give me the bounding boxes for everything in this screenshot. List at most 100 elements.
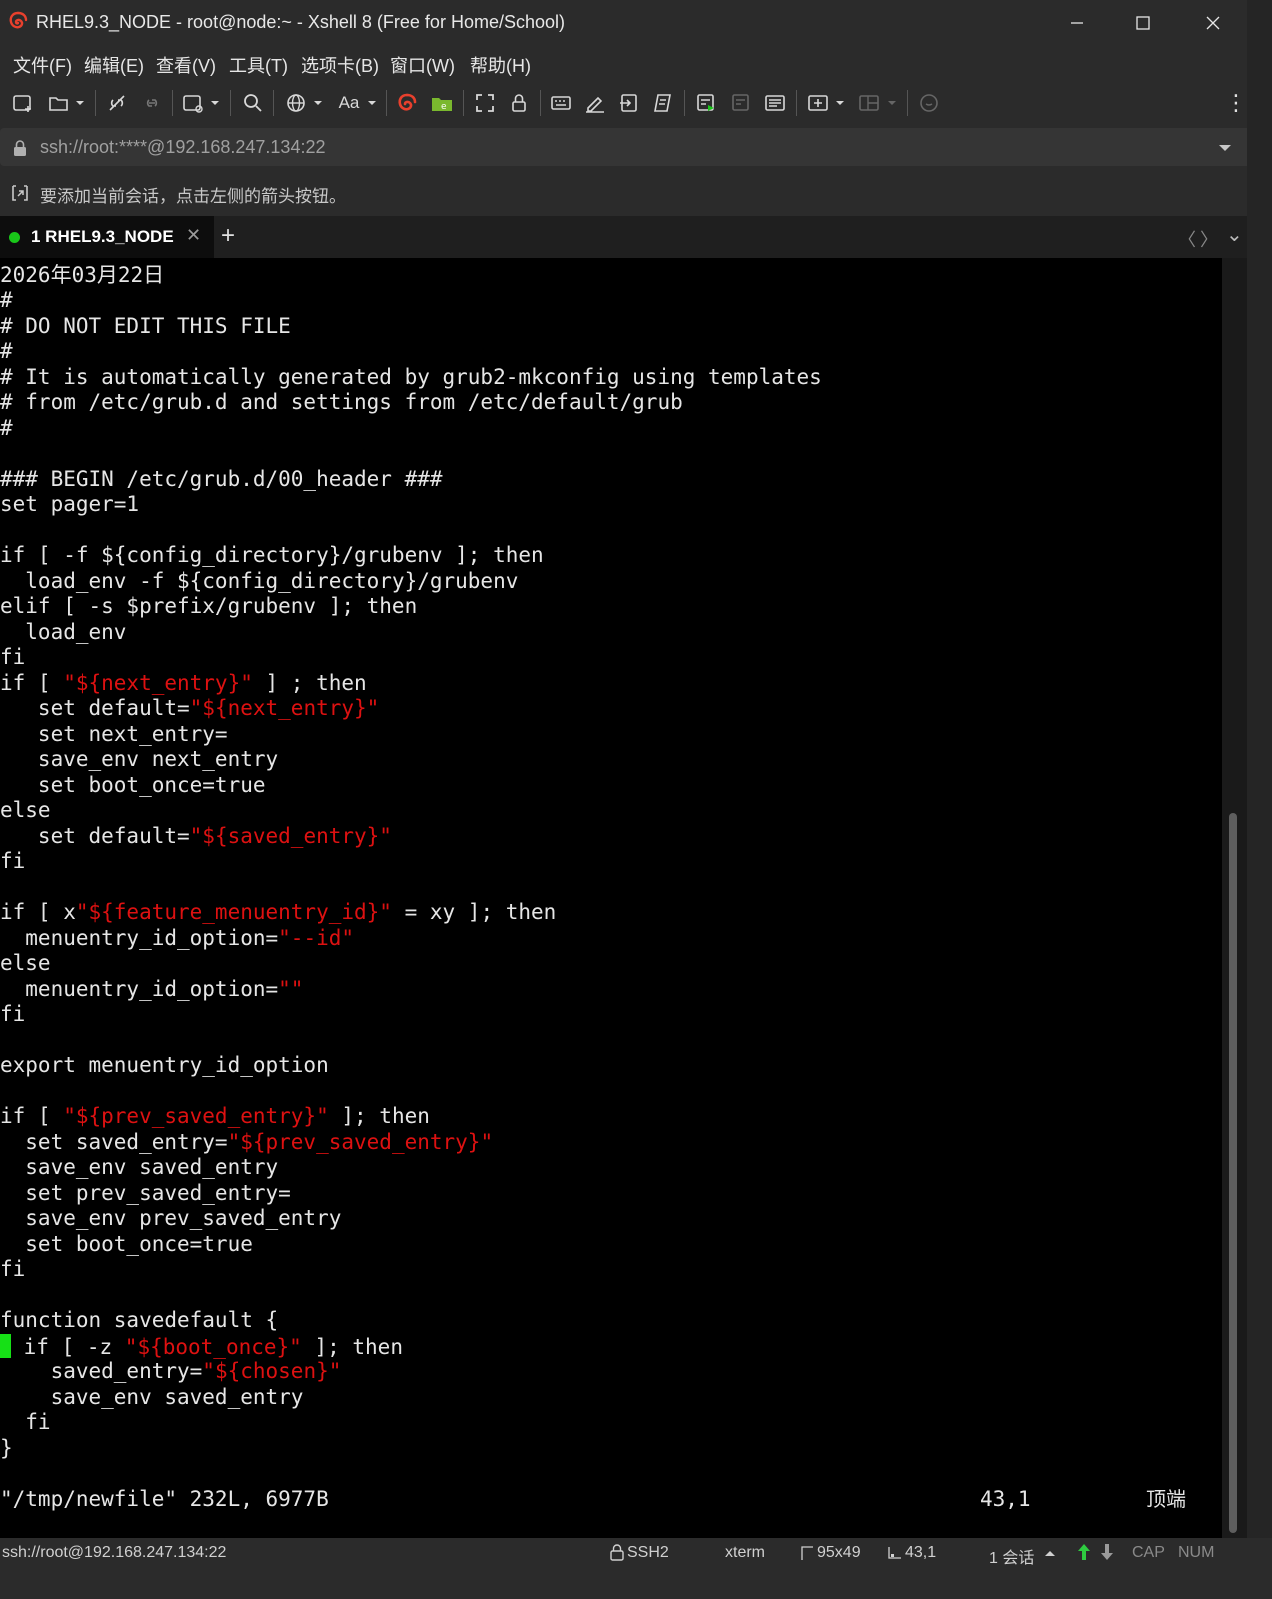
terminal-line: elif [ -s $prefix/grubenv ]; then — [0, 594, 418, 618]
status-connection: ssh://root@192.168.247.134:22 — [2, 1544, 227, 1561]
minimize-button[interactable] — [1044, 0, 1110, 46]
terminal-line: if [ x"${feature_menuentry_id}" = xy ]; … — [0, 900, 557, 924]
terminal-line: else — [0, 951, 51, 975]
toolbar-divider — [907, 90, 908, 116]
compose-disabled-icon — [732, 94, 749, 111]
new-tab-group-button[interactable] — [805, 90, 831, 116]
cursor-position-icon — [888, 1547, 901, 1559]
new-session-button[interactable] — [10, 90, 36, 116]
caret-up-icon[interactable] — [1044, 1549, 1056, 1557]
address-value: ssh://root:****@192.168.247.134:22 — [40, 137, 326, 157]
open-session-button[interactable] — [46, 90, 72, 116]
compose-all-button[interactable] — [728, 90, 754, 116]
terminal-line: ### BEGIN /etc/grub.d/00_header ### — [0, 467, 443, 491]
terminal-line: # — [0, 416, 13, 440]
tab-prev-icon[interactable]: 〈 — [1178, 226, 1196, 252]
terminal-line: load_env — [0, 620, 127, 644]
terminal-line: # — [0, 288, 13, 312]
tab-label: 1 RHEL9.3_NODE — [31, 227, 174, 246]
download-arrow-icon — [1101, 1544, 1113, 1560]
new-window-button[interactable] — [180, 90, 206, 116]
terminal-line: # It is automatically generated by grub2… — [0, 365, 822, 389]
font-label: Aa — [338, 93, 360, 112]
terminal-scrollbar[interactable] — [1222, 258, 1247, 1538]
script-button[interactable] — [650, 90, 676, 116]
terminal-line: fi — [0, 1002, 26, 1026]
highlight-button[interactable] — [582, 90, 608, 116]
maximize-button[interactable] — [1110, 0, 1176, 46]
chat-button[interactable] — [916, 90, 942, 116]
keyboard-button[interactable] — [548, 90, 574, 116]
close-window-button[interactable] — [1180, 0, 1246, 46]
terminal-line: save_env next_entry — [0, 747, 279, 771]
chevron-down-icon — [76, 101, 84, 105]
address-field[interactable]: ssh://root:****@192.168.247.134:22 — [0, 128, 1256, 166]
window-bottom-edge — [0, 1568, 1272, 1599]
tab-next-icon[interactable]: 〉 — [1200, 226, 1218, 252]
notes-button[interactable] — [762, 90, 788, 116]
disconnect-button[interactable] — [104, 90, 130, 116]
close-tab-icon[interactable]: ✕ — [186, 225, 201, 246]
terminal-line: saved_entry="${chosen}" — [0, 1359, 342, 1383]
font-dropdown[interactable] — [364, 90, 380, 116]
font-button[interactable]: Aa — [334, 90, 364, 116]
vim-status-scroll: 顶端 — [1146, 1487, 1186, 1511]
search-icon — [244, 94, 262, 112]
toolbar-more-button[interactable]: ⋮ — [1225, 90, 1247, 116]
terminal-line: if [ -z "${boot_once}" ]; then — [0, 1334, 403, 1359]
menu-edit[interactable]: 编辑(E) — [84, 52, 144, 78]
add-tab-button[interactable]: + — [221, 222, 235, 250]
tab-list-icon[interactable]: ⌄ — [1226, 222, 1243, 247]
menu-tab[interactable]: 选项卡(B) — [301, 52, 379, 78]
encoding-button[interactable] — [283, 90, 309, 116]
add-session-arrow-icon[interactable] — [10, 183, 30, 203]
terminal-line: set default="${saved_entry}" — [0, 824, 392, 848]
toolbar-divider — [273, 90, 274, 116]
link-icon — [146, 99, 158, 107]
terminal-line: set boot_once=true — [0, 773, 266, 797]
status-cursor-position: 43,1 — [905, 1544, 937, 1561]
terminal-line: menuentry_id_option="" — [0, 977, 304, 1001]
menu-view[interactable]: 查看(V) — [156, 52, 216, 78]
keyboard-icon — [551, 96, 571, 110]
vim-status-position: 43,1 — [980, 1487, 1031, 1511]
minimize-icon — [1071, 22, 1083, 24]
terminal-line: else — [0, 798, 51, 822]
find-button[interactable] — [240, 90, 266, 116]
menu-help[interactable]: 帮助(H) — [470, 52, 531, 78]
scrollbar-thumb[interactable] — [1229, 813, 1237, 1533]
menu-tools[interactable]: 工具(T) — [229, 52, 288, 78]
terminal-line: save_env saved_entry — [0, 1155, 279, 1179]
terminal-line: export menuentry_id_option — [0, 1053, 329, 1077]
tab-session[interactable]: 1 RHEL9.3_NODE ✕ — [0, 216, 214, 258]
open-session-dropdown[interactable] — [72, 90, 88, 116]
xftp-button[interactable]: e — [429, 90, 455, 116]
connected-status-dot — [9, 232, 20, 243]
menu-window[interactable]: 窗口(W) — [390, 52, 455, 78]
layout-dropdown[interactable] — [884, 90, 900, 116]
status-sessions: 1 会话 — [989, 1550, 1035, 1567]
fullscreen-button[interactable] — [472, 90, 498, 116]
toolbar-divider — [540, 90, 541, 116]
reconnect-button[interactable] — [139, 90, 165, 116]
xshell-icon — [398, 93, 417, 111]
encoding-dropdown[interactable] — [310, 90, 326, 116]
lock-button[interactable] — [506, 90, 532, 116]
status-protocol: SSH2 — [627, 1544, 669, 1561]
notes-icon — [765, 95, 785, 111]
tab-bar: 1 RHEL9.3_NODE ✕ + 〈 〉 ⌄ — [0, 216, 1272, 258]
terminal-line: if [ -f ${config_directory}/grubenv ]; t… — [0, 543, 544, 567]
toolbar-divider — [463, 90, 464, 116]
compose-button[interactable] — [693, 90, 719, 116]
transfer-button[interactable] — [616, 90, 642, 116]
tab-group-dropdown[interactable] — [832, 90, 848, 116]
terminal-area[interactable]: 2026年03月22日 # # DO NOT EDIT THIS FILE # … — [0, 258, 1222, 1538]
xshell-button[interactable] — [394, 90, 420, 116]
menu-file[interactable]: 文件(F) — [13, 52, 72, 78]
new-session-icon — [13, 95, 31, 112]
xftp-icon: e — [432, 98, 452, 112]
address-dropdown-icon[interactable] — [1218, 143, 1232, 153]
compose-icon — [697, 94, 714, 111]
new-window-dropdown[interactable] — [207, 90, 223, 116]
layout-button[interactable] — [856, 90, 882, 116]
